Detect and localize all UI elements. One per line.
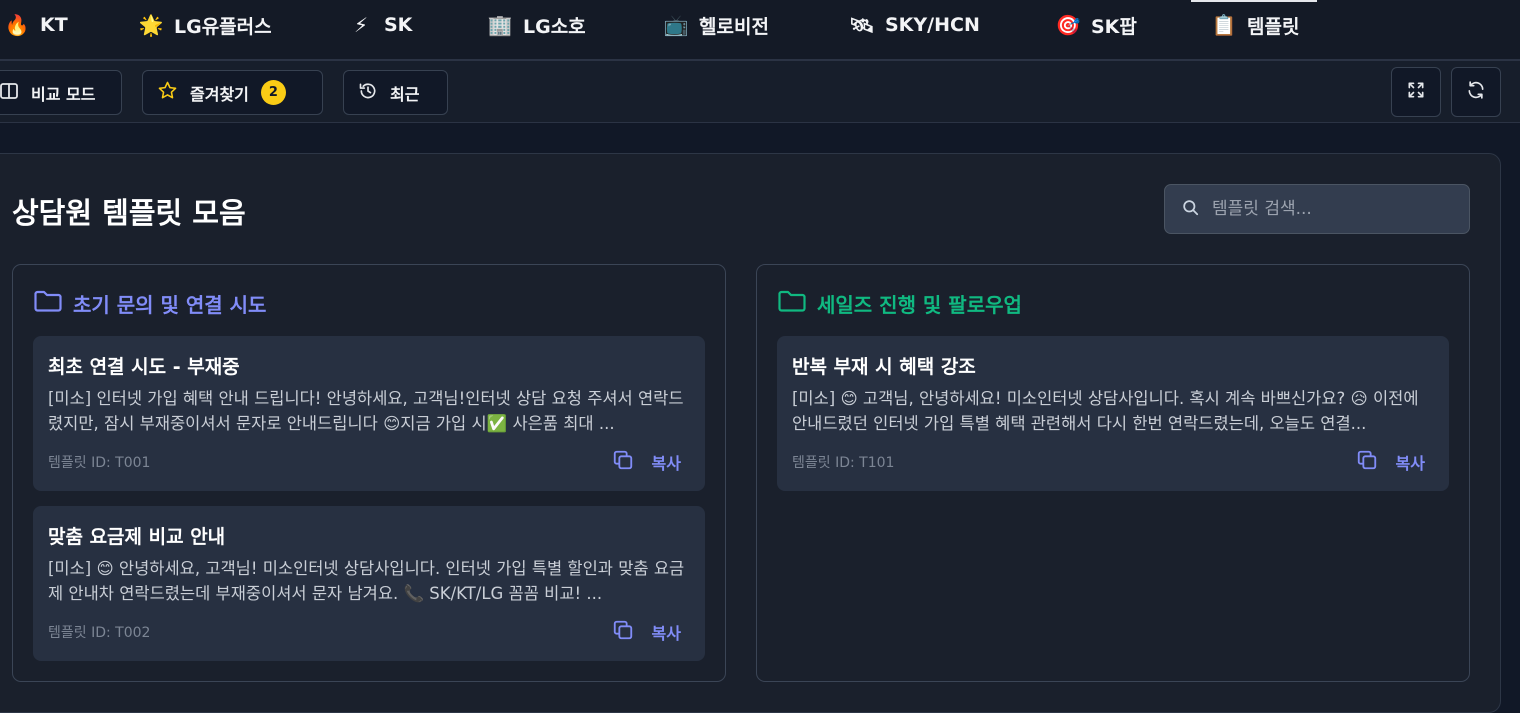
fullscreen-button[interactable] xyxy=(1391,67,1441,117)
page-title: 상담원 템플릿 모음 xyxy=(12,196,246,230)
template-title: 반복 부재 시 혜택 강조 xyxy=(792,356,976,378)
tab-label: 템플릿 xyxy=(1247,15,1300,38)
tab-label: SK xyxy=(384,14,413,36)
copy-button[interactable]: 복사 xyxy=(1356,449,1425,475)
refresh-icon xyxy=(1466,80,1486,104)
columns-icon xyxy=(0,81,19,105)
copy-button[interactable]: 복사 xyxy=(612,449,681,475)
clipboard-icon: 📋 xyxy=(1211,13,1237,37)
template-card[interactable]: 반복 부재 시 혜택 강조 [미소] 😊 고객님, 안녕하세요! 미소인터넷 상… xyxy=(777,336,1449,491)
tab-lg-uplus[interactable]: 🌟 LG유플러스 xyxy=(138,0,272,50)
satellite-icon: 🛰 xyxy=(849,13,875,37)
compare-mode-label: 비교 모드 xyxy=(31,84,96,104)
group-header: 초기 문의 및 연결 시도 xyxy=(33,289,266,318)
template-preview: [미소] 😊 고객님, 안녕하세요! 미소인터넷 상담사입니다. 혹시 계속 바… xyxy=(792,389,1419,433)
refresh-button[interactable] xyxy=(1451,67,1501,117)
tab-label: SK팝 xyxy=(1091,15,1137,38)
tab-templates[interactable]: 📋 템플릿 xyxy=(1190,0,1318,50)
tv-icon: 📺 xyxy=(663,13,689,37)
toolbar: 비교 모드 즐겨찾기 2 최근 xyxy=(0,61,1520,123)
tab-label: LG유플러스 xyxy=(174,15,272,38)
template-card[interactable]: 최초 연결 시도 - 부재중 [미소] 인터넷 가입 혜택 안내 드립니다! 안… xyxy=(33,336,705,491)
group-header: 세일즈 진행 및 팔로우업 xyxy=(777,289,1022,318)
group-title: 초기 문의 및 연결 시도 xyxy=(73,293,267,317)
copy-icon xyxy=(612,449,634,475)
template-group-sales-followup: 세일즈 진행 및 팔로우업 반복 부재 시 혜택 강조 [미소] 😊 고객님, … xyxy=(756,264,1470,682)
copy-label: 복사 xyxy=(651,454,681,473)
group-title: 세일즈 진행 및 팔로우업 xyxy=(817,293,1022,317)
template-title: 맞춤 요금제 비교 안내 xyxy=(48,526,226,548)
tab-sk[interactable]: ⚡ SK xyxy=(348,0,412,50)
template-id: 템플릿 ID: T101 xyxy=(792,455,895,471)
tab-label: 헬로비전 xyxy=(699,15,769,38)
copy-button[interactable]: 복사 xyxy=(612,619,681,645)
search-input[interactable] xyxy=(1212,199,1452,219)
copy-icon xyxy=(612,619,634,645)
tab-lg-soho[interactable]: 🏢 LG소호 xyxy=(487,0,586,50)
history-icon xyxy=(358,81,378,105)
tab-label: KT xyxy=(40,14,68,36)
template-title: 최초 연결 시도 - 부재중 xyxy=(48,356,240,378)
template-preview: [미소] 인터넷 가입 혜택 안내 드립니다! 안녕하세요, 고객님!인터넷 상… xyxy=(48,389,684,433)
copy-label: 복사 xyxy=(1395,454,1425,473)
building-icon: 🏢 xyxy=(487,13,513,37)
template-id: 템플릿 ID: T002 xyxy=(48,625,151,641)
favorites-button[interactable]: 즐겨찾기 2 xyxy=(142,70,323,115)
template-group-initial-contact: 초기 문의 및 연결 시도 최초 연결 시도 - 부재중 [미소] 인터넷 가입… xyxy=(12,264,726,682)
compare-mode-button[interactable]: 비교 모드 xyxy=(0,70,122,115)
search-icon xyxy=(1181,198,1200,221)
star-outline-icon xyxy=(157,80,178,105)
template-card[interactable]: 맞춤 요금제 비교 안내 [미소] 😊 안녕하세요, 고객님! 미소인터넷 상담… xyxy=(33,506,705,661)
template-preview: [미소] 😊 안녕하세요, 고객님! 미소인터넷 상담사입니다. 인터넷 가입 … xyxy=(48,559,685,603)
folder-icon xyxy=(33,289,63,318)
target-icon: 🎯 xyxy=(1055,13,1081,37)
expand-icon xyxy=(1406,80,1426,104)
template-id: 템플릿 ID: T001 xyxy=(48,455,151,471)
tab-kt[interactable]: 🔥 KT xyxy=(4,0,68,50)
recent-button[interactable]: 최근 xyxy=(343,70,448,115)
favorites-count-badge: 2 xyxy=(260,80,286,105)
tab-label: LG소호 xyxy=(523,15,586,38)
favorites-label: 즐겨찾기 xyxy=(190,84,249,104)
folder-icon xyxy=(777,289,807,318)
copy-icon xyxy=(1356,449,1378,475)
template-search[interactable] xyxy=(1164,184,1470,234)
tab-label: SKY/HCN xyxy=(885,14,980,36)
provider-tab-bar: 🔥 KT 🌟 LG유플러스 ⚡ SK 🏢 LG소호 📺 헬로비전 🛰 SKY/H… xyxy=(0,0,1520,61)
tab-sky-hcn[interactable]: 🛰 SKY/HCN xyxy=(849,0,980,50)
recent-label: 최근 xyxy=(390,84,420,104)
lightning-icon: ⚡ xyxy=(353,13,369,37)
star-icon: 🌟 xyxy=(138,13,164,37)
copy-label: 복사 xyxy=(651,624,681,643)
tab-hellovision[interactable]: 📺 헬로비전 xyxy=(663,0,769,50)
fire-icon: 🔥 xyxy=(4,13,30,37)
tab-sk-pop[interactable]: 🎯 SK팝 xyxy=(1055,0,1137,50)
